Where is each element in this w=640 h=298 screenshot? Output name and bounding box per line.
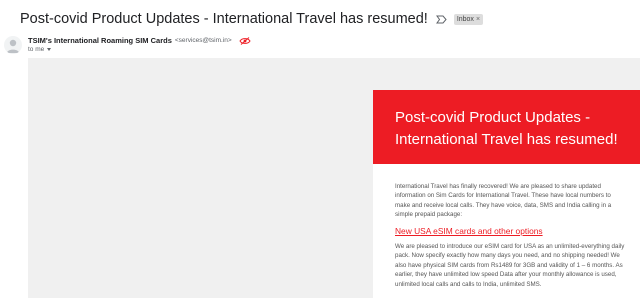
important-marker-icon[interactable]	[436, 13, 448, 25]
inbox-label-chip[interactable]: Inbox ×	[453, 13, 484, 25]
sender-email: <services@tsim.in>	[174, 37, 232, 44]
sender-line: TSIM's International Roaming SIM Cards <…	[28, 36, 251, 45]
remove-label-icon[interactable]: ×	[476, 15, 480, 24]
newsletter-card: Post-covid Product Updates - Internation…	[373, 90, 640, 298]
person-avatar-icon	[7, 39, 19, 53]
newsletter-hero-banner: Post-covid Product Updates - Internation…	[373, 90, 640, 164]
eye-slash-icon[interactable]	[239, 36, 251, 45]
sender-name[interactable]: TSIM's International Roaming SIM Cards	[28, 36, 172, 45]
newsletter-intro-paragraph: International Travel has finally recover…	[395, 183, 612, 219]
email-subject-row: Post-covid Product Updates - Internation…	[20, 9, 484, 29]
recipient-text: to me	[28, 46, 45, 53]
esim-options-link[interactable]: New USA eSIM cards and other options	[395, 226, 543, 236]
recipient-line[interactable]: to me	[28, 46, 52, 53]
email-subject: Post-covid Product Updates - Internation…	[20, 11, 428, 27]
inbox-label-text: Inbox	[456, 15, 474, 23]
newsletter-headline: Post-covid Product Updates - Internation…	[395, 109, 618, 148]
caret-down-icon[interactable]	[47, 48, 52, 51]
esim-paragraph: We are pleased to introduce our eSIM car…	[395, 243, 625, 288]
sender-avatar	[4, 36, 22, 54]
